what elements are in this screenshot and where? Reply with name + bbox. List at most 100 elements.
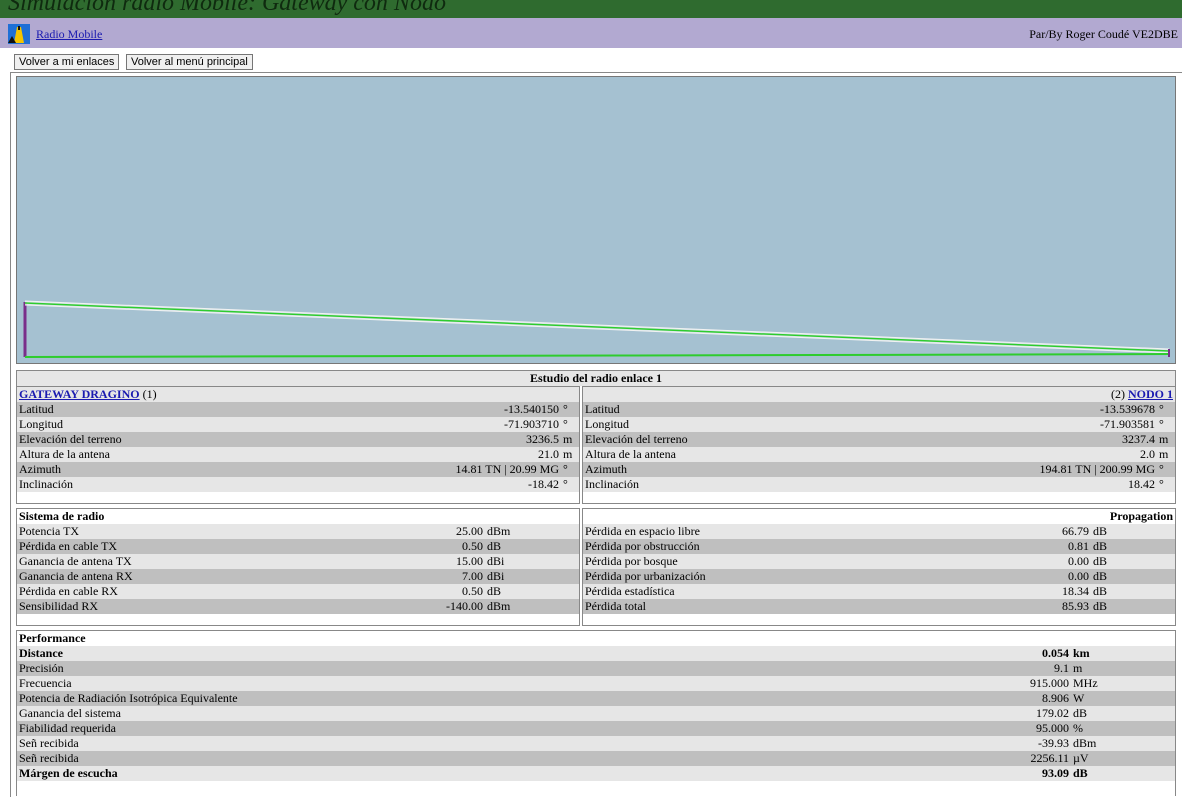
cell-label: Azimuth <box>17 462 281 477</box>
cell-value: -71.903581 <box>847 417 1157 432</box>
cell-label: Ganancia del sistema <box>17 706 977 721</box>
table-row: Sensibilidad RX -140.00 dBm <box>17 599 579 614</box>
cell-unit: ° <box>561 462 579 477</box>
table-row: Altura de la antena 2.0 m <box>583 447 1175 462</box>
table-row: Distance 0.054 km <box>17 646 1175 661</box>
radio-mobile-link[interactable]: Radio Mobile <box>36 27 102 42</box>
terrain-profile-view <box>16 76 1176 364</box>
back-to-links-button[interactable]: Volver a mi enlaces <box>14 54 120 70</box>
cell-unit: dB <box>1091 569 1175 584</box>
cell-value: -71.903710 <box>281 417 561 432</box>
table-row: Pérdida en cable RX 0.50 dB <box>17 584 579 599</box>
cell-value: -18.42 <box>281 477 561 492</box>
cell-unit: m <box>561 432 579 447</box>
cell-label: Potencia de Radiación Isotrópica Equival… <box>17 691 977 706</box>
gateway-index: (1) <box>142 387 157 401</box>
cell-unit: ° <box>1157 417 1175 432</box>
table-row: Márgen de escucha 93.09 dB <box>17 766 1175 781</box>
cell-value: 3236.5 <box>281 432 561 447</box>
table-row: Elevación del terreno 3236.5 m <box>17 432 579 447</box>
cell-label: Frecuencia <box>17 676 977 691</box>
table-row: Ganancia del sistema 179.02 dB <box>17 706 1175 721</box>
cell-value: 14.81 TN | 20.99 MG <box>281 462 561 477</box>
table-row: Pérdida en cable TX 0.50 dB <box>17 539 579 554</box>
cell-unit: ° <box>561 477 579 492</box>
cell-label: Inclinación <box>17 477 281 492</box>
cell-label: Elevación del terreno <box>17 432 281 447</box>
cell-label: Elevación del terreno <box>583 432 847 447</box>
cell-value: 66.79 <box>1027 524 1091 539</box>
cell-unit: dB <box>485 539 579 554</box>
cell-unit: dBm <box>485 599 579 614</box>
table-row: Ganancia de antena RX 7.00 dBi <box>17 569 579 584</box>
cell-unit: dB <box>485 584 579 599</box>
propagation-title: Propagation <box>583 509 1175 524</box>
cell-label: Pérdida en cable RX <box>17 584 381 599</box>
node-name-link[interactable]: NODO 1 <box>1128 387 1173 401</box>
cell-label: Potencia TX <box>17 524 381 539</box>
cell-value: 0.50 <box>381 539 485 554</box>
cell-value: 7.00 <box>381 569 485 584</box>
terrain-profile-plot <box>23 300 1170 358</box>
cell-label: Ganancia de antena RX <box>17 569 381 584</box>
table-row: Pérdida por obstrucción 0.81 dB <box>583 539 1175 554</box>
cell-value: 2.0 <box>847 447 1157 462</box>
cell-value: 3237.4 <box>847 432 1157 447</box>
cell-label: Pérdida estadística <box>583 584 1027 599</box>
gateway-name-link[interactable]: GATEWAY DRAGINO <box>19 387 140 401</box>
cell-value: 0.00 <box>1027 554 1091 569</box>
cell-value: 0.50 <box>381 584 485 599</box>
table-row: Frecuencia 915.000 MHz <box>17 676 1175 691</box>
cell-value: -13.540150 <box>281 402 561 417</box>
cell-label: Azimuth <box>583 462 847 477</box>
cell-value: 194.81 TN | 200.99 MG <box>847 462 1157 477</box>
cell-unit: MHz <box>1071 676 1175 691</box>
author-credit: Par/By Roger Coudé VE2DBE <box>1029 27 1178 41</box>
table-row: Elevación del terreno 3237.4 m <box>583 432 1175 447</box>
cell-unit: dBi <box>485 569 579 584</box>
cell-value: 21.0 <box>281 447 561 462</box>
radio-system-panel: Sistema de radio Potencia TX 25.00 dBm Pér… <box>16 508 580 626</box>
cell-label: Altura de la antena <box>583 447 847 462</box>
table-row: Pérdida por bosque 0.00 dB <box>583 554 1175 569</box>
table-row: Pérdida en espacio libre 66.79 dB <box>583 524 1175 539</box>
cell-value: 0.00 <box>1027 569 1091 584</box>
back-to-menu-button[interactable]: Volver al menú principal <box>126 54 253 70</box>
gateway-panel: GATEWAY DRAGINO (1) Latitud -13.540150 ° L… <box>16 386 580 504</box>
fresnel-upper-line <box>24 300 1170 350</box>
cell-value: 95.000 <box>977 721 1071 736</box>
cell-label: Pérdida por urbanización <box>583 569 1027 584</box>
cell-unit: dB <box>1091 584 1175 599</box>
cell-unit: µV <box>1071 751 1175 766</box>
fresnel-lower-line <box>24 304 1170 354</box>
cell-label: Señ recibida <box>17 751 977 766</box>
cell-label: Fiabilidad requerida <box>17 721 977 736</box>
cell-value: 25.00 <box>381 524 485 539</box>
cell-label: Longitud <box>583 417 847 432</box>
cell-unit: km <box>1071 646 1175 661</box>
cell-value: 0.054 <box>977 646 1071 661</box>
cell-label: Distance <box>17 646 977 661</box>
table-row: Potencia de Radiación Isotrópica Equival… <box>17 691 1175 706</box>
cell-label: Pérdida total <box>583 599 1027 614</box>
cell-label: Pérdida por obstrucción <box>583 539 1027 554</box>
table-row: Inclinación -18.42 ° <box>17 477 579 492</box>
cell-value: 93.09 <box>977 766 1071 781</box>
table-row: Azimuth 14.81 TN | 20.99 MG ° <box>17 462 579 477</box>
page-banner-title: Simulación radio Mobile: Gateway con Nod… <box>8 0 446 16</box>
table-row: Pérdida por urbanización 0.00 dB <box>583 569 1175 584</box>
table-row: Pérdida total 85.93 dB <box>583 599 1175 614</box>
table-row: Señ recibida 2256.11 µV <box>17 751 1175 766</box>
cell-label: Pérdida por bosque <box>583 554 1027 569</box>
performance-title: Performance <box>17 631 1175 646</box>
cell-unit: m <box>1071 661 1175 676</box>
table-row: Latitud -13.539678 ° <box>583 402 1175 417</box>
cell-label: Longitud <box>17 417 281 432</box>
cell-value: -13.539678 <box>847 402 1157 417</box>
cell-unit: ° <box>561 417 579 432</box>
cell-unit: dBm <box>485 524 579 539</box>
cell-unit: dB <box>1091 599 1175 614</box>
node-panel: (2) NODO 1 Latitud -13.539678 ° Longitud -7… <box>582 386 1176 504</box>
radio-system-title: Sistema de radio <box>17 509 579 524</box>
cell-unit: dB <box>1091 554 1175 569</box>
